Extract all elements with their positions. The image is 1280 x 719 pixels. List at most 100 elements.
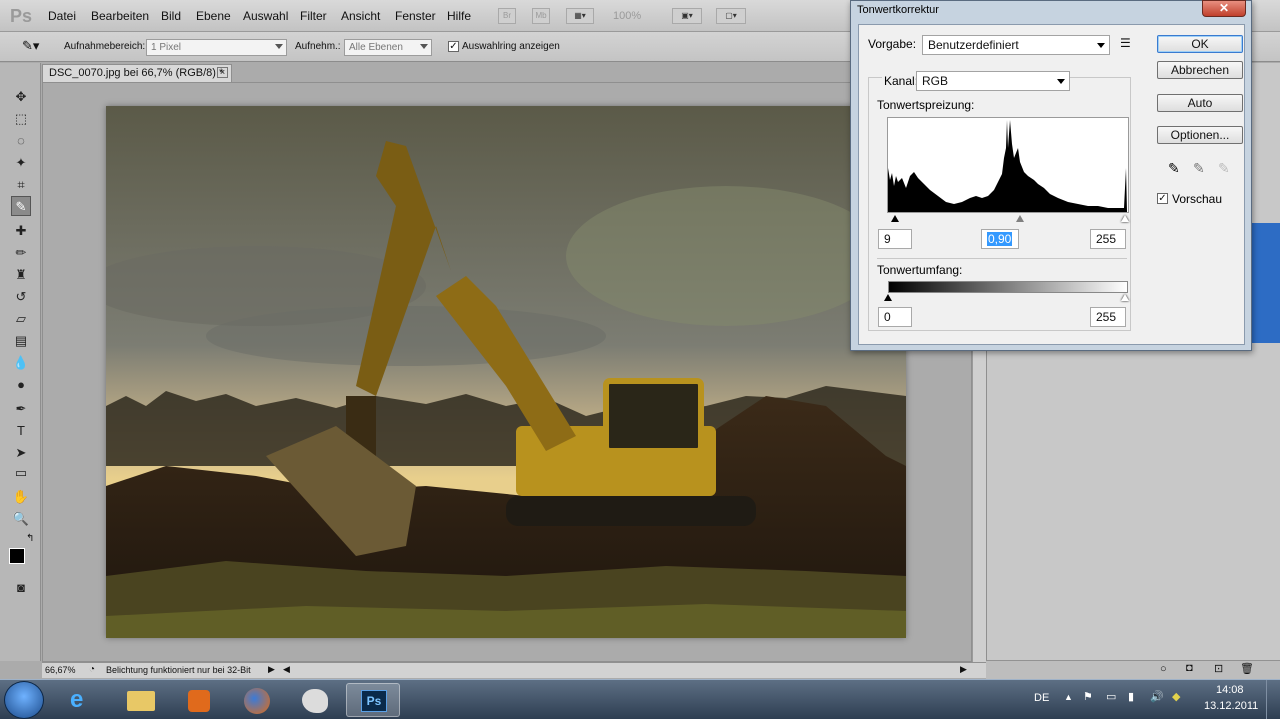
input-white-field[interactable]: 255 bbox=[1090, 229, 1126, 249]
path-selection-tool-icon[interactable]: ➤ bbox=[11, 443, 31, 463]
input-black-field[interactable]: 9 bbox=[878, 229, 912, 249]
show-sampling-ring-label: Auswahlring anzeigen bbox=[462, 41, 560, 52]
ok-button[interactable]: OK bbox=[1157, 35, 1243, 53]
chevron-down-icon bbox=[420, 44, 428, 49]
move-tool-icon[interactable]: ✥ bbox=[11, 87, 31, 107]
output-black-slider[interactable] bbox=[884, 294, 892, 301]
mini-bridge-button[interactable]: Mb bbox=[532, 8, 550, 24]
clock-date[interactable]: 13.12.2011 bbox=[1204, 700, 1258, 712]
shape-tool-icon[interactable]: ▭ bbox=[11, 463, 31, 483]
pen-tool-icon[interactable]: ✒ bbox=[11, 399, 31, 419]
quick-selection-tool-icon[interactable]: ✦ bbox=[11, 153, 31, 173]
flag-icon[interactable]: ⚑ bbox=[1083, 690, 1093, 703]
internet-explorer-icon[interactable]: e bbox=[56, 683, 110, 717]
sample-size-value: 1 Pixel bbox=[151, 42, 182, 53]
brush-tool-icon[interactable]: ✏ bbox=[11, 243, 31, 263]
lasso-tool-icon[interactable]: ◌ bbox=[11, 131, 31, 151]
show-sampling-ring-checkbox[interactable]: ✓ bbox=[448, 41, 459, 52]
dialog-title: Tonwertkorrektur bbox=[857, 4, 939, 16]
sample-size-label: Aufnahmebereich: bbox=[64, 41, 146, 52]
menu-filter[interactable]: Filter bbox=[300, 9, 327, 23]
output-white-slider[interactable] bbox=[1121, 294, 1129, 301]
history-brush-tool-icon[interactable]: ↺ bbox=[11, 287, 31, 307]
input-gamma-slider[interactable] bbox=[1016, 215, 1024, 222]
menu-bearbeiten[interactable]: Bearbeiten bbox=[91, 9, 149, 23]
hand-tool-icon[interactable]: ✋ bbox=[11, 487, 31, 507]
dodge-tool-icon[interactable]: ● bbox=[11, 375, 31, 395]
type-tool-icon[interactable]: T bbox=[11, 421, 31, 441]
swap-colors-icon[interactable]: ↰ bbox=[26, 533, 34, 544]
gray-point-eyedropper-icon[interactable]: ✎ bbox=[1193, 160, 1205, 177]
channel-select[interactable]: RGB bbox=[916, 71, 1070, 91]
close-dialog-button[interactable]: ✕ bbox=[1202, 0, 1246, 17]
auto-button[interactable]: Auto bbox=[1157, 94, 1243, 112]
zoom-field[interactable]: 66,67% bbox=[45, 665, 76, 675]
eyedropper-tool-icon[interactable]: ✎ bbox=[11, 196, 31, 216]
show-hidden-icons-icon[interactable]: ▲ bbox=[1064, 692, 1073, 702]
new-layer-icon[interactable]: ⊡ bbox=[1214, 662, 1223, 675]
arrange-documents-button[interactable]: ▣▾ bbox=[672, 8, 702, 24]
menu-fenster[interactable]: Fenster bbox=[395, 9, 436, 23]
trash-icon[interactable]: 🗑 bbox=[1240, 662, 1254, 675]
eyedropper-preset-icon[interactable]: ✎▾ bbox=[22, 38, 39, 54]
scroll-right-icon[interactable]: ▶ bbox=[960, 664, 967, 675]
screen-mode-button[interactable]: ▢▾ bbox=[716, 8, 746, 24]
scroll-left-icon[interactable]: ◀ bbox=[283, 664, 290, 675]
input-white-slider[interactable] bbox=[1121, 215, 1129, 222]
show-desktop-button[interactable] bbox=[1266, 680, 1280, 719]
marquee-tool-icon[interactable]: ⬚ bbox=[11, 109, 31, 129]
options-button[interactable]: Optionen... bbox=[1157, 126, 1243, 144]
quick-mask-icon[interactable]: ◙ bbox=[11, 578, 31, 598]
view-extras-button[interactable]: ▦▾ bbox=[566, 8, 594, 24]
close-document-icon[interactable]: × bbox=[217, 67, 228, 78]
info-icon[interactable]: ◔ bbox=[89, 664, 95, 675]
tray-app-icon[interactable]: ◆ bbox=[1172, 690, 1180, 703]
clock-time[interactable]: 14:08 bbox=[1216, 684, 1244, 696]
language-indicator[interactable]: DE bbox=[1034, 692, 1049, 704]
menu-bild[interactable]: Bild bbox=[161, 9, 181, 23]
bridge-button[interactable]: Br bbox=[498, 8, 516, 24]
status-menu-arrow-icon[interactable]: ▶ bbox=[268, 664, 275, 675]
menu-hilfe[interactable]: Hilfe bbox=[447, 9, 471, 23]
input-gamma-field[interactable]: 0,90 bbox=[981, 229, 1019, 249]
zoom-tool-icon[interactable]: 🔍 bbox=[11, 509, 31, 529]
explorer-folder-icon[interactable] bbox=[114, 683, 168, 717]
network-icon[interactable]: ▮ bbox=[1128, 690, 1134, 703]
cancel-button[interactable]: Abbrechen bbox=[1157, 61, 1243, 79]
media-player-icon[interactable] bbox=[172, 683, 226, 717]
document-image[interactable] bbox=[106, 106, 906, 638]
black-point-eyedropper-icon[interactable]: ✎ bbox=[1168, 160, 1180, 177]
sample-size-select[interactable]: 1 Pixel bbox=[146, 39, 287, 56]
preview-checkbox[interactable]: ✓ bbox=[1157, 193, 1168, 204]
preset-options-icon[interactable]: ☰ bbox=[1120, 36, 1131, 50]
sample-layers-select[interactable]: Alle Ebenen bbox=[344, 39, 432, 56]
monitor-icon[interactable]: ▭ bbox=[1106, 690, 1116, 703]
excavator-photo bbox=[106, 106, 906, 638]
menu-ansicht[interactable]: Ansicht bbox=[341, 9, 380, 23]
healing-brush-tool-icon[interactable]: ✚ bbox=[11, 221, 31, 241]
output-black-field[interactable]: 0 bbox=[878, 307, 912, 327]
eraser-tool-icon[interactable]: ▱ bbox=[11, 309, 31, 329]
menu-datei[interactable]: Datei bbox=[48, 9, 76, 23]
new-group-icon[interactable]: ○ bbox=[1160, 663, 1167, 675]
preset-select[interactable]: Benutzerdefiniert bbox=[922, 35, 1110, 55]
clone-stamp-tool-icon[interactable]: ♜ bbox=[11, 265, 31, 285]
volume-icon[interactable]: 🔊 bbox=[1150, 690, 1164, 703]
foreground-color-swatch[interactable] bbox=[9, 548, 25, 564]
output-white-field[interactable]: 255 bbox=[1090, 307, 1126, 327]
firefox-icon[interactable] bbox=[230, 683, 284, 717]
photoshop-taskbar-button[interactable]: Ps bbox=[346, 683, 400, 717]
crop-tool-icon[interactable]: ⌗ bbox=[11, 175, 31, 195]
paint-icon[interactable] bbox=[288, 683, 342, 717]
menu-ebene[interactable]: Ebene bbox=[196, 9, 231, 23]
adjustment-layer-icon[interactable]: ◘ bbox=[1186, 662, 1193, 674]
menu-auswahl[interactable]: Auswahl bbox=[243, 9, 288, 23]
input-black-slider[interactable] bbox=[891, 215, 899, 222]
document-tab[interactable]: DSC_0070.jpg bei 66,7% (RGB/8) * × bbox=[42, 64, 232, 82]
zoom-level[interactable]: 100% bbox=[613, 10, 641, 22]
output-white-value: 255 bbox=[1096, 310, 1117, 324]
blur-tool-icon[interactable]: 💧 bbox=[11, 353, 31, 373]
white-point-eyedropper-icon[interactable]: ✎ bbox=[1218, 160, 1230, 177]
start-button[interactable] bbox=[4, 681, 44, 719]
gradient-tool-icon[interactable]: ▤ bbox=[11, 331, 31, 351]
